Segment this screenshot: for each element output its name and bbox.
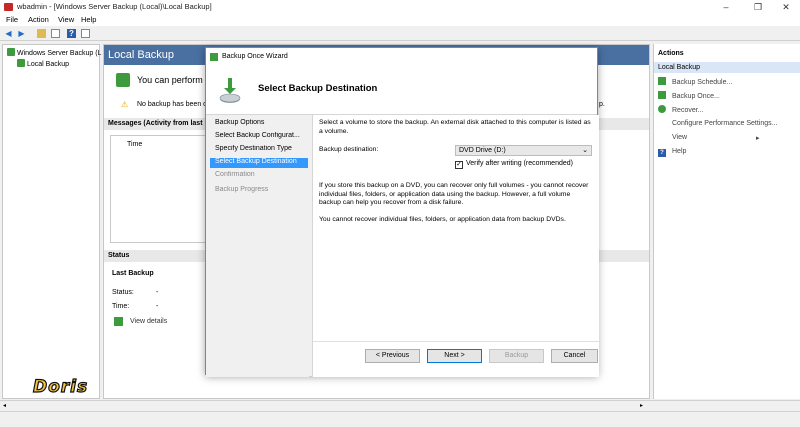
console-tree-icon[interactable] bbox=[51, 29, 60, 38]
backup-destination-icon bbox=[216, 76, 244, 104]
backup-server-icon bbox=[7, 48, 15, 56]
action-label: Backup Schedule... bbox=[672, 79, 733, 86]
dvd-info-text: If you store this backup on a DVD, you c… bbox=[319, 182, 589, 206]
view-details-link[interactable]: View details bbox=[130, 318, 167, 325]
action-configure-performance[interactable]: Configure Performance Settings... bbox=[672, 120, 777, 130]
recover-icon bbox=[658, 105, 666, 113]
actions-pane: Actions Local Backup Backup Schedule... … bbox=[653, 44, 800, 399]
action-label: Recover... bbox=[672, 107, 704, 114]
step-backup-progress: Backup Progress bbox=[215, 186, 269, 193]
backup-once-icon bbox=[658, 91, 666, 99]
menu-help[interactable]: Help bbox=[81, 15, 96, 24]
menu-file[interactable]: File bbox=[6, 15, 18, 24]
next-button[interactable]: Next > bbox=[427, 349, 482, 363]
backup-destination-value: DVD Drive (D:) bbox=[459, 147, 506, 154]
console-tree: Windows Server Backup (L Local Backup bbox=[2, 44, 101, 399]
help-icon[interactable]: ? bbox=[67, 29, 76, 38]
center-title: Local Backup bbox=[108, 49, 175, 61]
status-label: Status: bbox=[112, 289, 134, 296]
last-backup-label: Last Backup bbox=[112, 270, 154, 277]
tree-item-root[interactable]: Windows Server Backup (L bbox=[7, 48, 101, 58]
dialog-title-bar: Backup Once Wizard bbox=[206, 48, 597, 66]
button-divider bbox=[313, 341, 600, 342]
action-label: View bbox=[672, 134, 688, 141]
folder-up-icon[interactable] bbox=[37, 29, 46, 38]
dvd-limitation-text: You cannot recover individual files, fol… bbox=[319, 216, 566, 223]
warning-icon: ⚠ bbox=[121, 100, 129, 109]
messages-title: Messages (Activity from last bbox=[108, 120, 203, 127]
intro-text: Select a volume to store the backup. An … bbox=[319, 119, 591, 135]
action-view[interactable]: View ▸ bbox=[672, 134, 760, 144]
messages-table: Time bbox=[110, 135, 206, 243]
destination-label: Backup destination: bbox=[319, 146, 379, 153]
backup-schedule-icon bbox=[658, 77, 666, 85]
status-bar bbox=[0, 411, 800, 427]
backup-once-wizard-dialog: Backup Once Wizard Select Backup Destina… bbox=[205, 47, 600, 377]
dialog-body: Backup Options Select Backup Configurat.… bbox=[206, 114, 600, 377]
dialog-heading: Select Backup Destination bbox=[258, 83, 378, 94]
minimize-button[interactable]: – bbox=[712, 0, 740, 14]
action-recover[interactable]: Recover... bbox=[658, 105, 704, 115]
wbadmin-icon bbox=[4, 3, 13, 11]
view-details-icon bbox=[114, 317, 123, 326]
warning-text-tail: p. bbox=[599, 101, 605, 108]
wizard-icon bbox=[210, 53, 218, 61]
action-pane-icon[interactable] bbox=[81, 29, 90, 38]
time-value: - bbox=[156, 303, 159, 310]
scroll-right-icon[interactable]: ▸ bbox=[640, 402, 643, 409]
step-select-backup-configuration[interactable]: Select Backup Configurat... bbox=[210, 132, 308, 142]
scroll-left-icon[interactable]: ◂ bbox=[3, 402, 6, 409]
action-backup-schedule[interactable]: Backup Schedule... bbox=[658, 77, 732, 87]
step-confirmation: Confirmation bbox=[215, 171, 255, 178]
title-bar: wbadmin - [Windows Server Backup (Local)… bbox=[0, 0, 800, 14]
toolbar: ◀ ▶ ? bbox=[0, 26, 800, 41]
chevron-down-icon: ⌄ bbox=[582, 147, 588, 154]
maximize-button[interactable]: ❐ bbox=[744, 0, 772, 14]
close-button[interactable]: ✕ bbox=[772, 0, 800, 14]
horizontal-scrollbar[interactable]: ◂ ▸ bbox=[0, 400, 800, 411]
help-icon: ? bbox=[658, 149, 666, 157]
action-label: Backup Once... bbox=[672, 93, 720, 100]
window-title: wbadmin - [Windows Server Backup (Local)… bbox=[17, 2, 212, 11]
previous-button[interactable]: < Previous bbox=[365, 349, 420, 363]
backup-button: Backup bbox=[489, 349, 544, 363]
time-label: Time: bbox=[112, 303, 130, 310]
step-select-backup-destination[interactable]: Select Backup Destination bbox=[210, 158, 308, 168]
wizard-content: Select a volume to store the backup. An … bbox=[312, 115, 600, 377]
tree-child-label: Local Backup bbox=[27, 61, 70, 68]
menu-bar: File Action View Help bbox=[0, 14, 800, 26]
verify-checkbox[interactable]: ✓ bbox=[455, 161, 463, 169]
menu-view[interactable]: View bbox=[58, 15, 74, 24]
status-value: - bbox=[156, 289, 159, 296]
column-header-time[interactable]: Time bbox=[127, 141, 142, 148]
dialog-header: Select Backup Destination bbox=[206, 66, 597, 114]
wizard-steps: Backup Options Select Backup Configurat.… bbox=[206, 115, 309, 377]
actions-section-local-backup[interactable]: Local Backup bbox=[654, 62, 800, 73]
backup-drive-icon bbox=[116, 73, 130, 87]
submenu-arrow-icon: ▸ bbox=[756, 135, 760, 142]
verify-checkbox-row[interactable]: ✓ Verify after writing (recommended) bbox=[455, 160, 573, 170]
menu-action[interactable]: Action bbox=[28, 15, 49, 24]
step-specify-destination-type[interactable]: Specify Destination Type bbox=[210, 145, 308, 155]
tree-root-label: Windows Server Backup (L bbox=[17, 50, 102, 57]
dialog-title: Backup Once Wizard bbox=[222, 53, 288, 60]
action-label: Help bbox=[672, 148, 687, 155]
tree-item-local-backup[interactable]: Local Backup bbox=[17, 59, 69, 69]
forward-arrow-icon[interactable]: ▶ bbox=[17, 29, 26, 38]
banner-text: You can perform bbox=[137, 75, 203, 85]
action-backup-once[interactable]: Backup Once... bbox=[658, 91, 720, 101]
verify-label: Verify after writing (recommended) bbox=[466, 160, 573, 167]
watermark-logo: Doris bbox=[32, 376, 89, 397]
action-help[interactable]: ? Help bbox=[658, 148, 686, 158]
warning-text: No backup has been c bbox=[137, 101, 207, 108]
back-arrow-icon[interactable]: ◀ bbox=[4, 29, 13, 38]
local-backup-icon bbox=[17, 59, 25, 67]
actions-header: Actions bbox=[658, 50, 684, 57]
step-backup-options[interactable]: Backup Options bbox=[210, 119, 308, 129]
cancel-button[interactable]: Cancel bbox=[551, 349, 598, 363]
backup-destination-select[interactable]: DVD Drive (D:) ⌄ bbox=[455, 145, 592, 156]
status-title: Status bbox=[108, 252, 130, 259]
